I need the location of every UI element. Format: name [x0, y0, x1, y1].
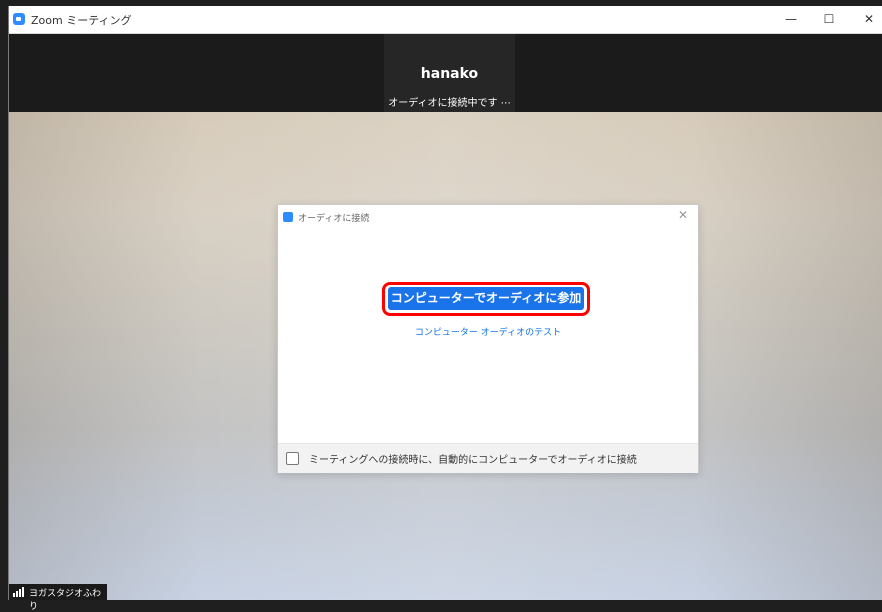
- self-view-label: ヨガスタジオふわり: [9, 584, 107, 612]
- minimize-button[interactable]: —: [771, 6, 811, 33]
- self-name-label: ヨガスタジオふわり: [29, 589, 102, 612]
- signal-icon: [13, 587, 25, 597]
- dialog-footer: ミーティングへの接続時に、自動的にコンピューターでオーディオに接続: [278, 443, 698, 473]
- audio-join-dialog: オーディオに接続 ✕ コンピューターでオーディオに参加 コンピューター オーディ…: [277, 204, 699, 473]
- dialog-close-icon[interactable]: ✕: [678, 208, 688, 222]
- window-title: Zoom ミーティング: [31, 14, 132, 27]
- zoom-window: Zoom ミーティング — ☐ ✕ hanako オーディオに接続中です ⋯ オ…: [8, 6, 882, 612]
- dialog-title: オーディオに接続: [298, 214, 370, 224]
- video-area: オーディオに接続 ✕ コンピューターでオーディオに参加 コンピューター オーディ…: [9, 112, 882, 612]
- test-computer-audio-link[interactable]: コンピューター オーディオのテスト: [278, 325, 698, 338]
- audio-connecting-status: オーディオに接続中です ⋯: [388, 98, 511, 109]
- participant-name: hanako: [420, 66, 479, 82]
- auto-join-audio-checkbox[interactable]: [286, 452, 299, 465]
- maximize-button[interactable]: ☐: [809, 6, 849, 33]
- close-window-button[interactable]: ✕: [849, 6, 882, 33]
- title-bar: Zoom ミーティング — ☐ ✕: [9, 6, 882, 34]
- participant-tile[interactable]: hanako オーディオに接続中です ⋯: [384, 34, 515, 112]
- zoom-logo-icon: [283, 212, 293, 222]
- zoom-logo-icon: [13, 13, 25, 25]
- auto-join-audio-label[interactable]: ミーティングへの接続時に、自動的にコンピューターでオーディオに接続: [309, 451, 637, 466]
- participant-strip: hanako オーディオに接続中です ⋯: [9, 34, 882, 112]
- join-computer-audio-button[interactable]: コンピューターでオーディオに参加: [388, 287, 584, 310]
